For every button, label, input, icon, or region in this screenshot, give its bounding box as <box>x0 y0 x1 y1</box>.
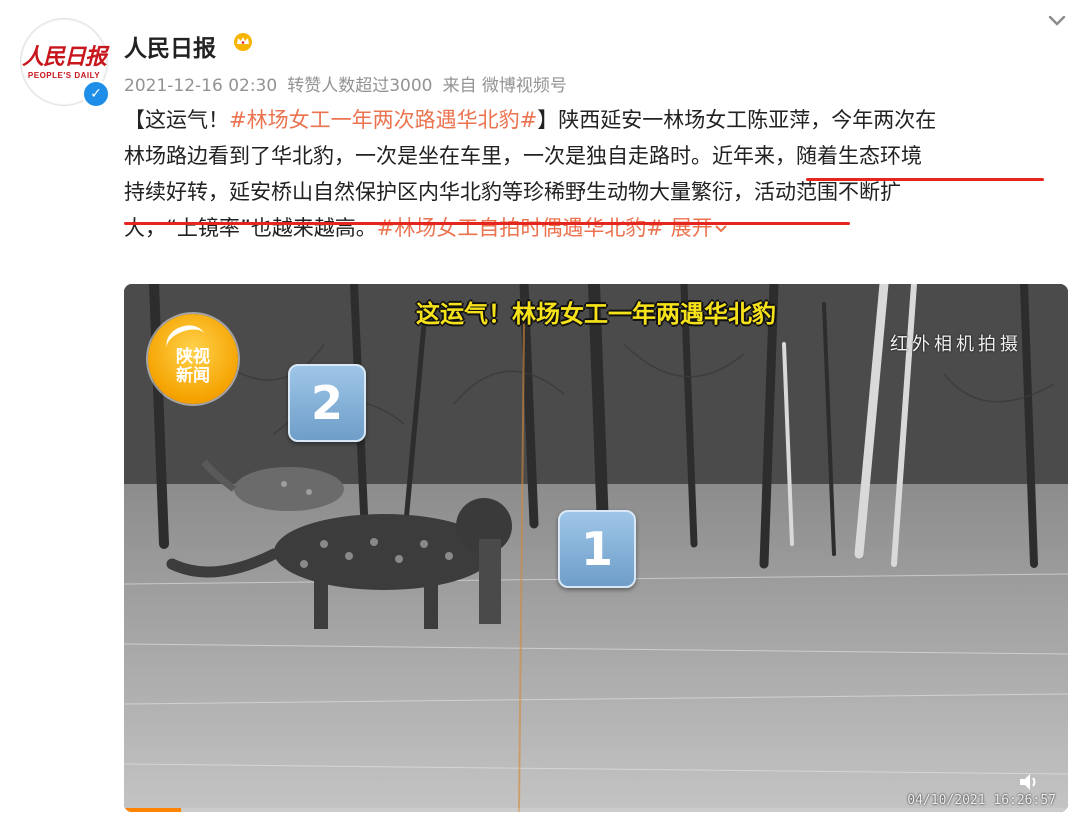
hashtag-link[interactable]: #林场女工一年两次路遇华北豹# <box>229 108 537 132</box>
post-timestamp[interactable]: 2021-12-16 02:30 <box>124 76 277 96</box>
post-text-segment: 林场路边看到了华北豹，一次是坐在车里，一次是独自走路时。近年来，随着生态环境 <box>124 144 922 168</box>
repost-count: 转赞人数超过3000 <box>287 76 433 96</box>
post-text-segment: 【这运气！ <box>124 108 229 132</box>
video-progress-fill <box>124 808 181 812</box>
crown-icon <box>234 33 252 51</box>
post-text-segment: 持续好转，延安桥山自然保护区内华北豹等珍稀野生动物大量繁衍，活动范围不断扩 <box>124 180 901 204</box>
volume-icon[interactable] <box>1018 772 1042 792</box>
expand-button[interactable]: 展开 <box>671 216 729 240</box>
post-text-segment: 】陕西延安一林场女工陈亚萍，今年两次在 <box>537 108 937 132</box>
news-logo-text: 陕视 新闻 <box>176 347 210 386</box>
avatar-logo-cn: 人民日报 <box>21 44 107 70</box>
video-player[interactable]: 这运气！林场女工一年两遇华北豹 红外相机拍摄 陕视 新闻 2 1 04/10/2… <box>124 284 1068 812</box>
post-text-segment: 大，“上镜率”也越来越高。 <box>124 216 377 240</box>
badge-1: 1 <box>558 510 636 588</box>
avatar-logo-en: PEOPLE'S DAILY <box>27 71 101 80</box>
username[interactable]: 人民日报 <box>124 29 216 63</box>
post-source[interactable]: 来自 微博视频号 <box>442 76 566 96</box>
chevron-down-icon[interactable] <box>1044 8 1070 34</box>
highlight-underline <box>806 178 1044 181</box>
video-title: 这运气！林场女工一年两遇华北豹 <box>416 300 776 328</box>
badge-2: 2 <box>288 364 366 442</box>
highlight-underline <box>124 222 850 225</box>
video-progress-bar[interactable] <box>124 808 1068 812</box>
news-logo: 陕视 新闻 <box>148 314 238 404</box>
post-line-4: 大，“上镜率”也越来越高。#林场女工自拍时偶遇华北豹# 展开 <box>124 210 1064 246</box>
post-line-1: 【这运气！#林场女工一年两次路遇华北豹#】陕西延安一林场女工陈亚萍，今年两次在 <box>124 102 1064 138</box>
hashtag-link[interactable]: #林场女工自拍时偶遇华北豹# <box>377 216 664 240</box>
expand-label: 展开 <box>670 216 713 240</box>
verified-icon: ✓ <box>82 80 110 108</box>
post-meta: 2021-12-16 02:30 转赞人数超过3000 来自 微博视频号 <box>124 71 577 96</box>
camera-timestamp: 04/10/2021 16:26:57 <box>907 793 1056 808</box>
post-line-2: 林场路边看到了华北豹，一次是坐在车里，一次是独自走路时。近年来，随着生态环境 <box>124 138 1064 174</box>
video-caption: 红外相机拍摄 <box>890 334 1022 355</box>
